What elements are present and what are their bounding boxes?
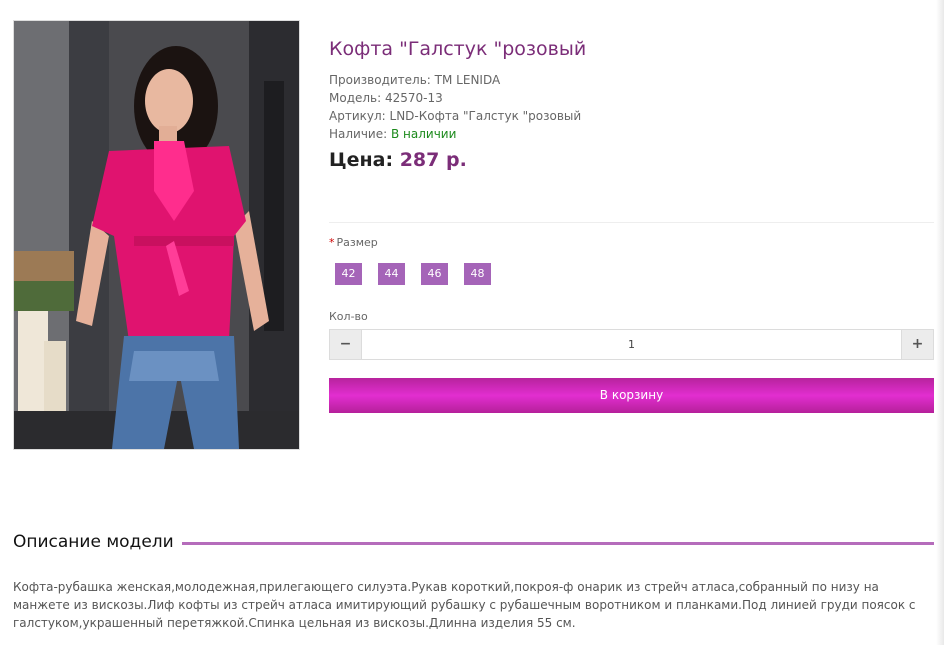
quantity-label: Кол-во: [329, 310, 368, 323]
sku-value: LND-Кофта "Галстук "розовый: [389, 109, 582, 123]
stock-row: Наличие: В наличии: [329, 125, 581, 143]
description-text: Кофта-рубашка женская,молодежная,прилега…: [13, 580, 916, 630]
product-image[interactable]: [13, 20, 300, 450]
description-heading: Описание модели: [13, 532, 182, 552]
model-label: Модель:: [329, 91, 382, 105]
sku-label: Артикул:: [329, 109, 386, 123]
price-value: 287 р.: [399, 149, 467, 171]
price-label: Цена:: [329, 149, 394, 171]
product-photo-illustration: [14, 21, 299, 449]
description-heading-line: [178, 542, 934, 545]
stock-label: Наличие:: [329, 127, 388, 141]
size-button-46[interactable]: 46: [421, 263, 448, 285]
quantity-input[interactable]: [362, 330, 901, 359]
page-edge-shadow: [936, 0, 944, 645]
quantity-stepper: − +: [329, 329, 934, 360]
sku-row: Артикул: LND-Кофта "Галстук "розовый: [329, 107, 581, 125]
quantity-plus-button[interactable]: +: [901, 330, 933, 359]
product-meta: Производитель: TM LENIDA Модель: 42570-1…: [329, 71, 581, 143]
size-button-48[interactable]: 48: [464, 263, 491, 285]
size-option-label: * Размер: [329, 236, 378, 249]
manufacturer-link[interactable]: TM LENIDA: [435, 73, 501, 87]
size-options: 42 44 46 48: [335, 263, 491, 285]
size-button-44[interactable]: 44: [378, 263, 405, 285]
divider: [329, 222, 934, 223]
model-row: Модель: 42570-13: [329, 89, 581, 107]
product-page: Кофта "Галстук "розовый Производитель: T…: [0, 0, 944, 645]
manufacturer-row: Производитель: TM LENIDA: [329, 71, 581, 89]
stock-status: В наличии: [391, 127, 457, 141]
quantity-minus-button[interactable]: −: [330, 330, 362, 359]
size-label-text: Размер: [336, 236, 378, 249]
size-button-42[interactable]: 42: [335, 263, 362, 285]
add-to-cart-button[interactable]: В корзину: [329, 378, 934, 413]
required-mark: *: [329, 236, 335, 249]
price: Цена: 287 р.: [329, 149, 467, 171]
model-value: 42570-13: [385, 91, 443, 105]
manufacturer-label: Производитель:: [329, 73, 431, 87]
product-title: Кофта "Галстук "розовый: [329, 38, 587, 60]
